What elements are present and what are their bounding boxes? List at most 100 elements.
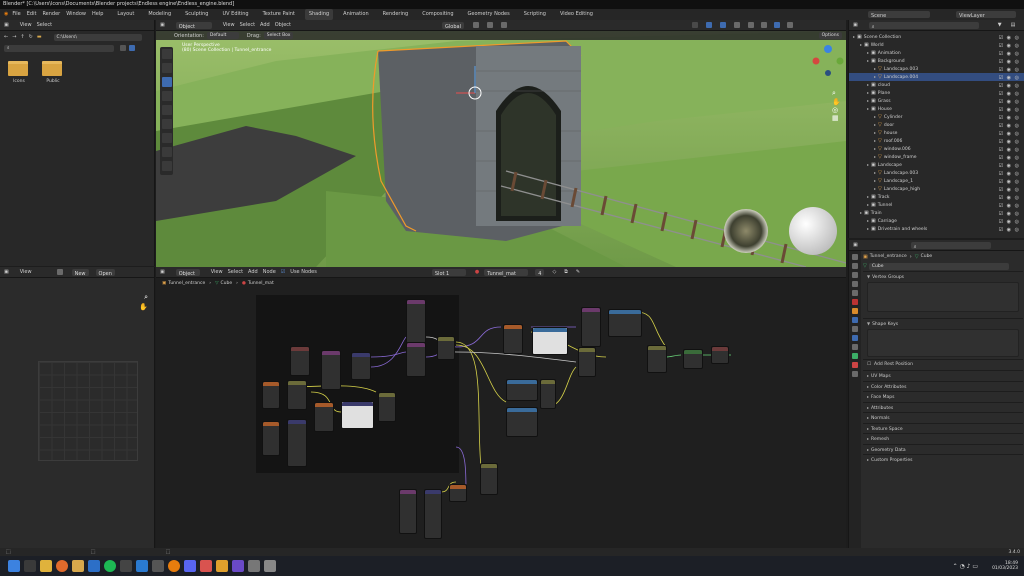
menu-window[interactable]: Window — [66, 9, 86, 20]
expand-arrow-icon[interactable]: ▸ — [874, 178, 876, 183]
expand-arrow-icon[interactable]: ▸ — [867, 106, 869, 111]
output-tab-icon[interactable] — [852, 272, 858, 278]
spotify-icon[interactable] — [104, 560, 116, 572]
particles-tab-icon[interactable] — [852, 326, 858, 332]
shape-keys-list[interactable] — [867, 329, 1019, 357]
app-icon[interactable] — [232, 560, 244, 572]
app-icon[interactable] — [264, 560, 276, 572]
outliner-item[interactable]: ▸ ▽ door ☑ ◉ ◎ — [849, 121, 1024, 129]
add-rest-position-checkbox[interactable]: ☐ Add Rest Position — [863, 359, 1023, 368]
outliner-item[interactable]: ▸ ▣ Train ☑ ◉ ◎ — [849, 209, 1024, 217]
shader-node[interactable] — [683, 349, 703, 369]
tab-shading[interactable]: Shading — [304, 9, 334, 20]
constraints-tab-icon[interactable] — [852, 344, 858, 350]
properties-search[interactable]: ⌕ — [910, 241, 991, 250]
collapsed-panel[interactable]: ▸ Geometry Data — [863, 443, 1023, 455]
select-tool-icon[interactable] — [162, 49, 172, 59]
expand-arrow-icon[interactable]: ▸ — [867, 50, 869, 55]
search-input[interactable]: ⌕ — [4, 44, 114, 52]
outliner-item[interactable]: ▸ ▽ Landscape_high ☑ ◉ ◎ — [849, 185, 1024, 193]
tab-animation[interactable]: Animation — [339, 9, 373, 20]
snap-icon[interactable] — [486, 22, 493, 28]
cursor-tool-icon[interactable] — [162, 63, 172, 73]
collapsed-panel[interactable]: ▸ Custom Properties — [863, 454, 1023, 465]
scene-selector[interactable]: Scene — [868, 11, 930, 19]
outliner-item[interactable]: ▸ ▣ Tunnel ☑ ◉ ◎ — [849, 201, 1024, 209]
menu-edit[interactable]: Edit — [27, 9, 37, 20]
measure-tool-icon[interactable] — [162, 147, 172, 157]
expand-arrow-icon[interactable]: ▸ — [867, 194, 869, 199]
object-tab-icon[interactable] — [852, 308, 858, 314]
menu-render[interactable]: Render — [42, 9, 60, 20]
shading-rendered-icon[interactable] — [786, 22, 793, 28]
outliner-item[interactable]: ▸ ▽ Landscape.004 ☑ ◉ ◎ — [849, 73, 1024, 81]
outliner-item[interactable]: ▸ ▣ cloud ☑ ◉ ◎ — [849, 81, 1024, 89]
shader-node[interactable] — [290, 346, 310, 376]
outliner-item[interactable]: ▸ ▽ window_frame ☑ ◉ ◎ — [849, 153, 1024, 161]
collapsed-panel[interactable]: ▸ Texture Space — [863, 422, 1023, 434]
fb-menu-view[interactable]: View — [20, 20, 32, 31]
material-output-node[interactable] — [711, 346, 729, 364]
camera-view-icon[interactable]: ◎ — [832, 106, 840, 114]
scale-tool-icon[interactable] — [162, 105, 172, 115]
expand-arrow-icon[interactable]: ▸ — [867, 90, 869, 95]
modifier-tab-icon[interactable] — [852, 317, 858, 323]
app-icon[interactable] — [152, 560, 164, 572]
refresh-icon[interactable]: ↻ — [29, 34, 33, 40]
annotate-tool-icon[interactable] — [162, 133, 172, 143]
filter-icon[interactable] — [129, 45, 135, 51]
app-icon[interactable] — [120, 560, 132, 572]
uv-grid[interactable] — [38, 361, 138, 461]
expand-arrow-icon[interactable]: ▸ — [874, 130, 876, 135]
shader-node[interactable] — [581, 307, 601, 347]
zoom-icon[interactable]: ⌕ — [144, 293, 148, 302]
pan-icon[interactable]: ✋ — [139, 303, 148, 311]
shader-node[interactable] — [351, 352, 371, 380]
pivot-icon[interactable] — [472, 22, 479, 28]
new-image-button[interactable]: New — [71, 268, 89, 277]
transform-tool-icon[interactable] — [162, 119, 172, 129]
image-menu-view[interactable]: View — [20, 267, 32, 278]
orientation-select[interactable]: Default — [206, 32, 239, 39]
outliner-item[interactable]: ▸ ▣ Carriage ☑ ◉ ◎ — [849, 217, 1024, 225]
vertex-groups-list[interactable] — [867, 282, 1019, 312]
menu-help[interactable]: Help — [92, 9, 103, 20]
rotate-tool-icon[interactable] — [162, 91, 172, 101]
tab-compositing[interactable]: Compositing — [418, 9, 457, 20]
outliner-item[interactable]: ▸ ▽ Landscape_1 ☑ ◉ ◎ — [849, 177, 1024, 185]
collapsed-panel[interactable]: ▸ Attributes — [863, 401, 1023, 413]
expand-arrow-icon[interactable]: ▸ — [874, 170, 876, 175]
xray-icon[interactable] — [733, 22, 740, 28]
tray-icons[interactable]: ⌃ ◔ ♪ ▭ — [953, 563, 978, 570]
visibility-icon[interactable] — [691, 22, 698, 28]
color-ramp-node[interactable] — [532, 327, 568, 355]
editor-type-icon[interactable]: ▣ — [853, 240, 858, 251]
shader-node[interactable] — [399, 489, 417, 534]
ortho-toggle-icon[interactable]: ▦ — [832, 114, 840, 122]
outliner-item[interactable]: ▸ ▽ house ☑ ◉ ◎ — [849, 129, 1024, 137]
scene-tab-icon[interactable] — [852, 290, 858, 296]
shader-node[interactable] — [406, 342, 426, 377]
outliner-item[interactable]: ▸ ▽ Landscape.003 ☑ ◉ ◎ — [849, 169, 1024, 177]
expand-arrow-icon[interactable]: ▸ — [874, 146, 876, 151]
outliner-item[interactable]: ▸ ▽ Cylinder ☑ ◉ ◎ — [849, 113, 1024, 121]
material-tab-icon[interactable] — [852, 362, 858, 368]
open-image-button[interactable]: Open — [95, 268, 115, 277]
options-button[interactable]: Options — [818, 32, 842, 39]
shader-node[interactable] — [647, 345, 667, 373]
expand-arrow-icon[interactable]: ▸ — [860, 42, 862, 47]
outliner-search[interactable]: ⌕ — [868, 21, 979, 30]
shader-node[interactable] — [321, 350, 341, 390]
view-layer-selector[interactable]: ViewLayer — [956, 11, 1016, 19]
shader-node[interactable] — [287, 380, 307, 410]
shader-node[interactable] — [506, 407, 538, 437]
shader-node[interactable] — [287, 419, 307, 467]
expand-arrow-icon[interactable]: ▸ — [874, 66, 876, 71]
3d-viewport[interactable]: User Perspective (80) Scene Collection |… — [156, 31, 846, 267]
zoom-icon[interactable]: ⌕ — [832, 89, 840, 98]
expand-arrow-icon[interactable]: ▸ — [867, 218, 869, 223]
start-icon[interactable] — [8, 560, 20, 572]
discord-icon[interactable] — [184, 560, 196, 572]
expand-arrow-icon[interactable]: ▸ — [874, 122, 876, 127]
expand-arrow-icon[interactable]: ▸ — [867, 202, 869, 207]
